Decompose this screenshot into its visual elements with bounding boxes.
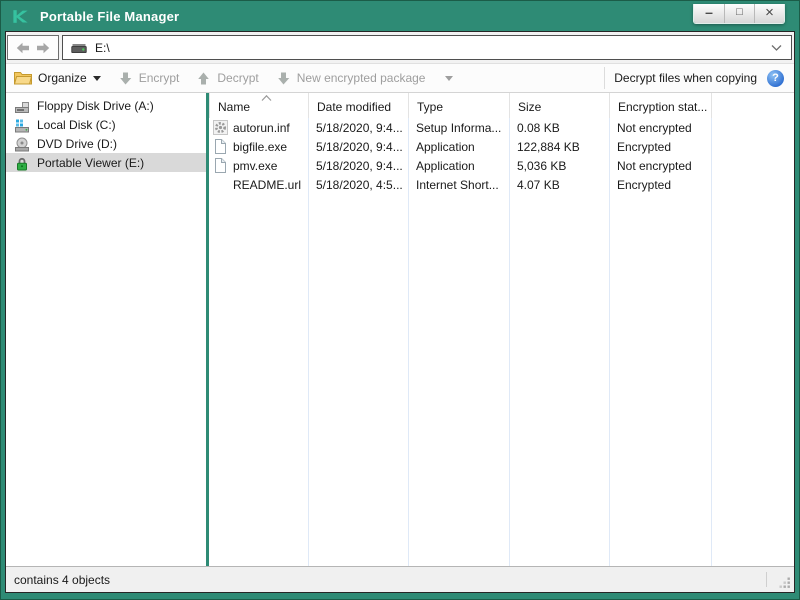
file-list-header: Name Date modified Type Size Encryption … xyxy=(209,93,794,118)
sidebar-item-floppy-a[interactable]: Floppy Disk Drive (A:) xyxy=(6,96,206,115)
window-content: E:\ Organize Encrypt Decrypt New encrypt… xyxy=(5,31,795,593)
sidebar-item-label: Floppy Disk Drive (A:) xyxy=(37,98,154,113)
file-list: Name Date modified Type Size Encryption … xyxy=(209,93,794,566)
file-row-readme[interactable]: README.url 5/18/2020, 4:5... Internet Sh… xyxy=(209,175,794,194)
file-date: 5/18/2020, 4:5... xyxy=(316,177,403,192)
file-type: Setup Informa... xyxy=(416,120,502,135)
encrypt-down-arrow-icon xyxy=(119,72,132,84)
toolbar-separator xyxy=(604,67,606,89)
file-row-pmv[interactable]: pmv.exe 5/18/2020, 9:4... Application 5,… xyxy=(209,156,794,175)
address-path: E:\ xyxy=(95,40,110,55)
decrypt-up-arrow-icon xyxy=(198,72,210,84)
sidebar-item-dvd-d[interactable]: DVD Drive (D:) xyxy=(6,134,206,153)
file-row-autorun[interactable]: autorun.inf 5/18/2020, 9:4... Setup Info… xyxy=(209,118,794,137)
file-name: README.url xyxy=(233,177,302,192)
column-header-name[interactable]: Name xyxy=(209,93,308,118)
organize-label: Organize xyxy=(38,71,87,85)
address-bar[interactable]: E:\ xyxy=(62,35,792,60)
file-date: 5/18/2020, 9:4... xyxy=(316,158,403,173)
file-name: pmv.exe xyxy=(233,158,278,173)
main-area: Floppy Disk Drive (A:) Local Disk (C:) D… xyxy=(6,93,794,566)
file-status: Encrypted xyxy=(617,177,672,192)
file-type: Internet Short... xyxy=(416,177,499,192)
file-name: autorun.inf xyxy=(233,120,290,135)
nav-history-buttons xyxy=(7,35,59,60)
file-date: 5/18/2020, 9:4... xyxy=(316,120,403,135)
package-down-arrow-icon xyxy=(277,72,290,84)
file-list-body: autorun.inf 5/18/2020, 9:4... Setup Info… xyxy=(209,118,794,566)
encrypt-label: Encrypt xyxy=(138,71,180,85)
file-type: Application xyxy=(416,158,475,173)
file-status: Not encrypted xyxy=(617,120,692,135)
file-name: bigfile.exe xyxy=(233,139,288,154)
sidebar-item-label: Portable Viewer (E:) xyxy=(37,155,145,170)
navigation-bar: E:\ xyxy=(6,32,794,63)
file-size: 122,884 KB xyxy=(517,139,580,154)
file-row-bigfile[interactable]: bigfile.exe 5/18/2020, 9:4... Applicatio… xyxy=(209,137,794,156)
status-text: contains 4 objects xyxy=(14,572,111,587)
setup-file-icon xyxy=(213,120,228,135)
decrypt-when-copying-label: Decrypt files when copying xyxy=(614,71,757,85)
column-header-size[interactable]: Size xyxy=(509,93,609,118)
padlock-icon xyxy=(17,157,27,170)
window-controls: – □ × xyxy=(693,4,785,24)
sort-ascending-icon xyxy=(261,95,272,101)
help-icon[interactable]: ? xyxy=(767,69,784,87)
kaspersky-logo-icon xyxy=(13,9,28,23)
back-arrow-icon[interactable] xyxy=(16,42,30,54)
drive-icon xyxy=(71,43,87,53)
sidebar-item-local-c[interactable]: Local Disk (C:) xyxy=(6,115,206,134)
forward-arrow-icon[interactable] xyxy=(36,42,50,54)
address-dropdown-icon[interactable] xyxy=(771,44,782,51)
sidebar-item-portable-e[interactable]: Portable Viewer (E:) xyxy=(6,153,206,172)
folder-icon xyxy=(14,72,32,85)
encrypt-button[interactable]: Encrypt xyxy=(118,71,180,86)
local-disk-icon xyxy=(15,119,29,132)
column-header-date[interactable]: Date modified xyxy=(308,93,408,118)
close-button[interactable]: × xyxy=(754,4,784,23)
file-size: 0.08 KB xyxy=(517,120,560,135)
file-size: 5,036 KB xyxy=(517,158,567,173)
status-bar-separator xyxy=(766,572,767,587)
portable-file-manager-window: Portable File Manager – □ × E:\ Organize… xyxy=(0,0,800,600)
decrypt-label: Decrypt xyxy=(217,71,259,85)
drives-sidebar: Floppy Disk Drive (A:) Local Disk (C:) D… xyxy=(6,93,206,566)
file-status: Encrypted xyxy=(617,139,672,154)
file-status: Not encrypted xyxy=(617,158,692,173)
new-encrypted-package-button[interactable]: New encrypted package xyxy=(276,71,454,86)
toolbar: Organize Encrypt Decrypt New encrypted p… xyxy=(6,63,794,93)
package-caret-icon xyxy=(445,75,454,81)
dvd-drive-icon xyxy=(15,137,29,151)
column-header-status[interactable]: Encryption stat... xyxy=(609,93,711,118)
title-bar[interactable]: Portable File Manager – □ × xyxy=(1,1,799,31)
floppy-drive-icon xyxy=(15,101,29,113)
file-size: 4.07 KB xyxy=(517,177,560,192)
file-date: 5/18/2020, 9:4... xyxy=(316,139,403,154)
resize-grip[interactable] xyxy=(778,576,791,589)
new-encrypted-package-label: New encrypted package xyxy=(296,71,426,85)
window-frame: E:\ Organize Encrypt Decrypt New encrypt… xyxy=(1,31,799,599)
sidebar-item-label: DVD Drive (D:) xyxy=(37,136,117,151)
column-header-type[interactable]: Type xyxy=(408,93,509,118)
file-icon xyxy=(215,139,226,154)
organize-caret-icon xyxy=(92,75,101,81)
window-title: Portable File Manager xyxy=(40,8,180,24)
column-header-empty xyxy=(711,93,794,118)
maximize-button[interactable]: □ xyxy=(724,4,754,23)
minimize-button[interactable]: – xyxy=(694,4,724,23)
file-icon-placeholder xyxy=(213,177,228,192)
decrypt-button[interactable]: Decrypt xyxy=(196,71,259,86)
sidebar-item-label: Local Disk (C:) xyxy=(37,117,116,132)
organize-button[interactable]: Organize xyxy=(14,71,101,85)
file-icon xyxy=(215,158,226,173)
status-bar: contains 4 objects xyxy=(6,566,794,592)
file-type: Application xyxy=(416,139,475,154)
